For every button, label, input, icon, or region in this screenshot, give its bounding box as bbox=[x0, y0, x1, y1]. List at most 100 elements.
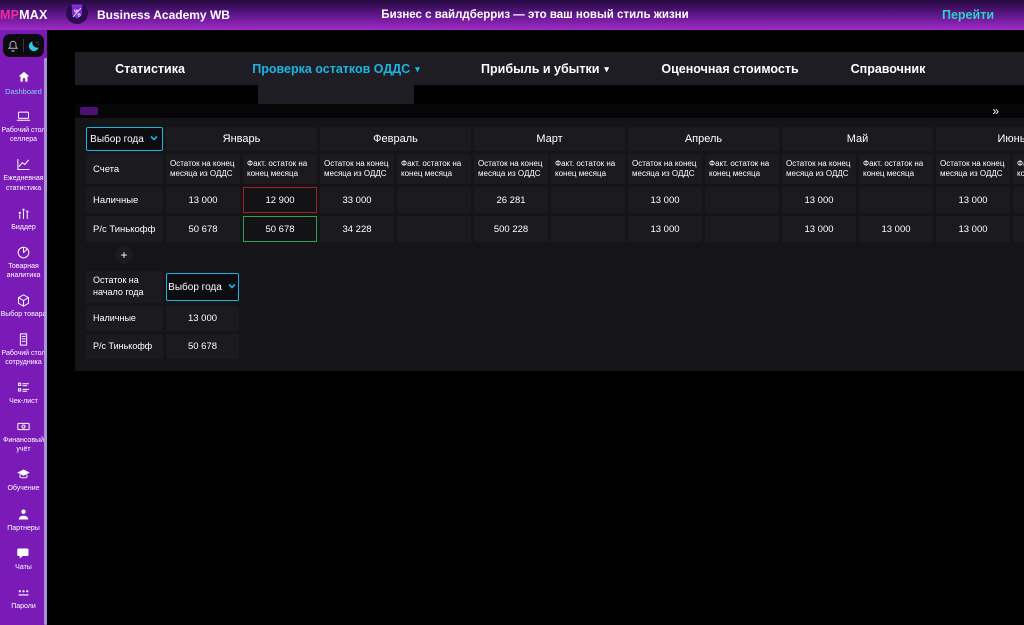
month-header: Май bbox=[782, 127, 933, 151]
brand-shield-icon: W B bbox=[65, 1, 89, 30]
sidebar-item-checklist[interactable]: Чек-лист bbox=[0, 374, 47, 413]
column-subheader: Остаток на конец месяца из ОДДС bbox=[936, 154, 1010, 184]
app-logo-mp: MP bbox=[0, 8, 19, 22]
month-header: Март bbox=[474, 127, 625, 151]
line-chart-icon bbox=[16, 157, 31, 172]
value-cell[interactable] bbox=[705, 216, 779, 242]
tab-valuation[interactable]: Оценочная стоимость bbox=[661, 52, 798, 85]
column-subheader: Факт. остаток на конец месяца bbox=[1013, 154, 1024, 184]
promo-link[interactable]: Перейти bbox=[942, 0, 994, 30]
value-cell[interactable]: 13 000 bbox=[936, 216, 1010, 242]
tab-pnl[interactable]: Прибыль и убытки▾ bbox=[481, 52, 609, 85]
value-cell[interactable]: 500 228 bbox=[474, 216, 548, 242]
value-cell[interactable] bbox=[705, 187, 779, 213]
sidebar-item-finance[interactable]: Финансовый учёт bbox=[0, 413, 47, 461]
month-header: Июнь bbox=[936, 127, 1024, 151]
sidebar-item-chats[interactable]: Чаты bbox=[0, 539, 47, 578]
value-cell[interactable] bbox=[551, 187, 625, 213]
sidebar-item-label: Финансовый учёт bbox=[1, 436, 47, 454]
home-icon bbox=[17, 70, 31, 85]
sidebar-item-label: Рабочий стол селлера bbox=[1, 126, 47, 144]
value-cell[interactable]: 13 000 bbox=[859, 216, 933, 242]
sidebar-item-dashboard[interactable]: Dashboard bbox=[0, 63, 47, 103]
sidebar-item-partners[interactable]: Партнеры bbox=[0, 500, 47, 539]
year-select-dropdown[interactable]: Выбор года bbox=[86, 127, 163, 151]
value-cell[interactable] bbox=[1013, 187, 1024, 213]
sidebar-item-label: Партнеры bbox=[1, 524, 47, 533]
app-logo[interactable]: MPMAX bbox=[0, 8, 47, 22]
sidebar-item-label: Обучение bbox=[1, 484, 47, 493]
tab-odds-check[interactable]: Проверка остатков ОДДС▾ bbox=[252, 52, 419, 85]
notifications-bell-icon[interactable] bbox=[3, 36, 22, 55]
active-tab-strip bbox=[75, 85, 1024, 104]
app-logo-max: MAX bbox=[19, 8, 47, 22]
month-header: Февраль bbox=[320, 127, 471, 151]
value-cell[interactable]: 13 000 bbox=[166, 187, 240, 213]
column-subheader: Остаток на конец месяца из ОДДС bbox=[166, 154, 240, 184]
column-subheader: Остаток на конец месяца из ОДДС bbox=[474, 154, 548, 184]
value-cell[interactable]: 13 000 bbox=[166, 306, 239, 331]
sidebar-item-label: Биддер bbox=[1, 223, 47, 232]
promo-banner: Бизнес с вайлдберриз — это ваш новый сти… bbox=[381, 0, 688, 30]
sidebar-item-daily-stats[interactable]: Ежедневная статистика bbox=[0, 151, 47, 199]
value-cell[interactable] bbox=[397, 216, 471, 242]
sidebar-item-product-choice[interactable]: Выбор товара bbox=[0, 286, 47, 325]
accounts-header: Счета bbox=[86, 154, 163, 184]
value-cell[interactable]: 13 000 bbox=[628, 187, 702, 213]
column-subheader: Факт. остаток на конец месяца bbox=[859, 154, 933, 184]
chevron-down-icon bbox=[227, 281, 237, 294]
column-subheader: Факт. остаток на конец месяца bbox=[243, 154, 317, 184]
value-cell[interactable] bbox=[859, 187, 933, 213]
sidebar-item-profile-api[interactable]: Профиль / ключи API bbox=[0, 617, 47, 625]
row-label: Р/с Тинькофф bbox=[86, 334, 163, 359]
value-cell[interactable]: 13 000 bbox=[782, 216, 856, 242]
pie-chart-icon bbox=[16, 245, 31, 260]
value-cell[interactable]: 33 000 bbox=[320, 187, 394, 213]
tab-label: Прибыль и убытки bbox=[481, 62, 599, 76]
value-cell[interactable] bbox=[1013, 216, 1024, 242]
column-subheader: Остаток на конец месяца из ОДДС bbox=[628, 154, 702, 184]
sidebar-item-passwords[interactable]: Пароли bbox=[0, 578, 47, 617]
brand-title: Business Academy WB bbox=[97, 8, 230, 22]
value-cell[interactable] bbox=[397, 187, 471, 213]
table-scrollbar-thumb[interactable] bbox=[80, 107, 98, 115]
year-select-dropdown[interactable]: Выбор года bbox=[166, 273, 239, 301]
value-cell[interactable]: 12 900 bbox=[243, 187, 317, 213]
sidebar-item-bidder[interactable]: Биддер bbox=[0, 199, 47, 238]
tab-reference[interactable]: Справочник bbox=[851, 52, 926, 85]
add-account-button[interactable]: + bbox=[115, 246, 133, 264]
value-cell[interactable]: 34 228 bbox=[320, 216, 394, 242]
sidebar-item-label: Товарная аналитика bbox=[1, 262, 47, 280]
theme-toggle-group bbox=[3, 34, 44, 57]
tab-label: Проверка остатков ОДДС bbox=[252, 62, 410, 76]
value-cell[interactable]: 13 000 bbox=[628, 216, 702, 242]
tab-label: Оценочная стоимость bbox=[661, 62, 798, 76]
sidebar-item-product-analytics[interactable]: Товарная аналитика bbox=[0, 238, 47, 286]
scroll-right-button[interactable]: » bbox=[992, 104, 999, 118]
tab-label: Справочник bbox=[851, 62, 926, 76]
column-subheader: Факт. остаток на конец месяца bbox=[705, 154, 779, 184]
tables-area: Выбор годаЯнварьФевральМартАпрельМайИюнь… bbox=[75, 118, 1024, 359]
sidebar-item-employee-desktop[interactable]: Рабочий стол сотрудника bbox=[0, 326, 47, 374]
tab-statistics[interactable]: Статистика bbox=[115, 52, 185, 85]
value-cell[interactable] bbox=[551, 216, 625, 242]
value-cell[interactable]: 13 000 bbox=[782, 187, 856, 213]
value-cell[interactable]: 26 281 bbox=[474, 187, 548, 213]
sidebar-item-label: Пароли bbox=[1, 602, 47, 611]
value-cell[interactable]: 13 000 bbox=[936, 187, 1010, 213]
column-subheader: Остаток на конец месяца из ОДДС bbox=[320, 154, 394, 184]
banknote-icon bbox=[16, 419, 31, 434]
sidebar-item-label: Dashboard bbox=[1, 87, 47, 97]
sidebar-scrollbar[interactable] bbox=[44, 58, 47, 625]
sidebar-item-education[interactable]: Обучение bbox=[0, 461, 47, 500]
tab-bar: Статистика Проверка остатков ОДДС▾ Прибыль… bbox=[75, 52, 1024, 85]
topbar: MPMAX W B Business Academy WB Бизнес с в… bbox=[0, 0, 1024, 30]
dark-mode-moon-icon[interactable] bbox=[25, 36, 44, 55]
month-header: Январь bbox=[166, 127, 317, 151]
value-cell[interactable]: 50 678 bbox=[166, 216, 240, 242]
value-cell[interactable]: 50 678 bbox=[166, 334, 239, 359]
row-label: Наличные bbox=[86, 306, 163, 331]
sidebar-item-seller-desktop[interactable]: Рабочий стол селлера bbox=[0, 103, 47, 151]
value-cell[interactable]: 50 678 bbox=[243, 216, 317, 242]
checklist-icon bbox=[16, 380, 31, 395]
